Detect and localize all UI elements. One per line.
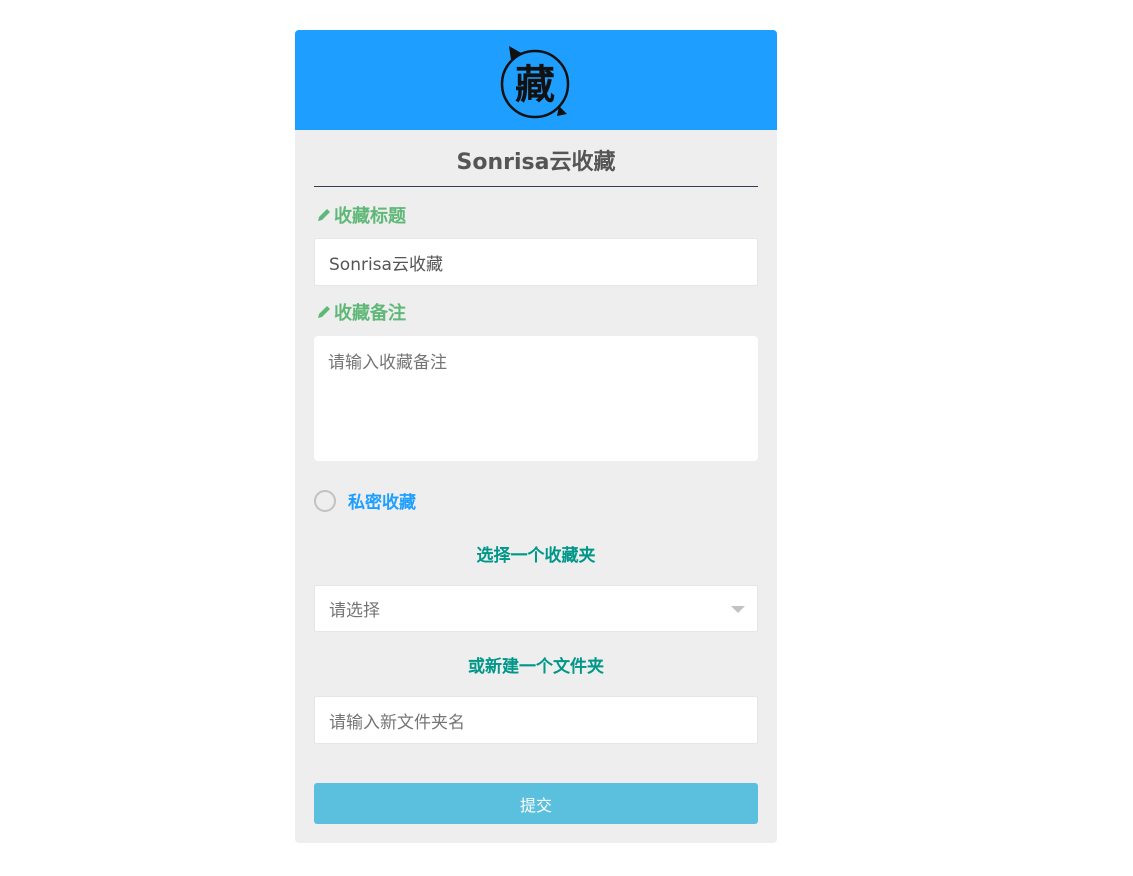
new-folder-label: 或新建一个文件夹	[468, 657, 604, 677]
radio-circle-icon[interactable]	[314, 489, 336, 512]
bookmark-form-card: 藏 Sonrisa云收藏 收藏标题 Sonrisa云收藏 收藏备注 请输入收藏备…	[295, 30, 777, 843]
pencil-icon	[318, 209, 330, 221]
page-title: Sonrisa云收藏	[456, 150, 616, 175]
title-field-label: 收藏标题	[316, 202, 406, 228]
note-field-label-text: 收藏备注	[334, 303, 406, 324]
caret-down-icon[interactable]	[731, 606, 745, 613]
folder-select-label: 选择一个收藏夹	[476, 546, 596, 566]
title-input[interactable]: Sonrisa云收藏	[314, 238, 758, 286]
private-toggle-label[interactable]: 私密收藏	[348, 488, 416, 513]
note-field-label: 收藏备注	[316, 299, 406, 325]
private-toggle[interactable]: 私密收藏	[314, 488, 416, 513]
folder-select[interactable]: 请选择	[314, 585, 758, 632]
new-folder-input[interactable]: 请输入新文件夹名	[314, 696, 758, 744]
submit-button[interactable]: 提交	[314, 783, 758, 824]
title-field-label-text: 收藏标题	[334, 206, 406, 227]
pencil-icon	[318, 306, 330, 318]
folder-select-value: 请选择	[329, 601, 380, 621]
note-textarea[interactable]: 请输入收藏备注	[314, 336, 758, 461]
header-bar: 藏	[295, 30, 777, 130]
logo-char: 藏	[515, 62, 555, 108]
logo-icon: 藏	[500, 46, 570, 119]
title-divider	[314, 186, 758, 187]
